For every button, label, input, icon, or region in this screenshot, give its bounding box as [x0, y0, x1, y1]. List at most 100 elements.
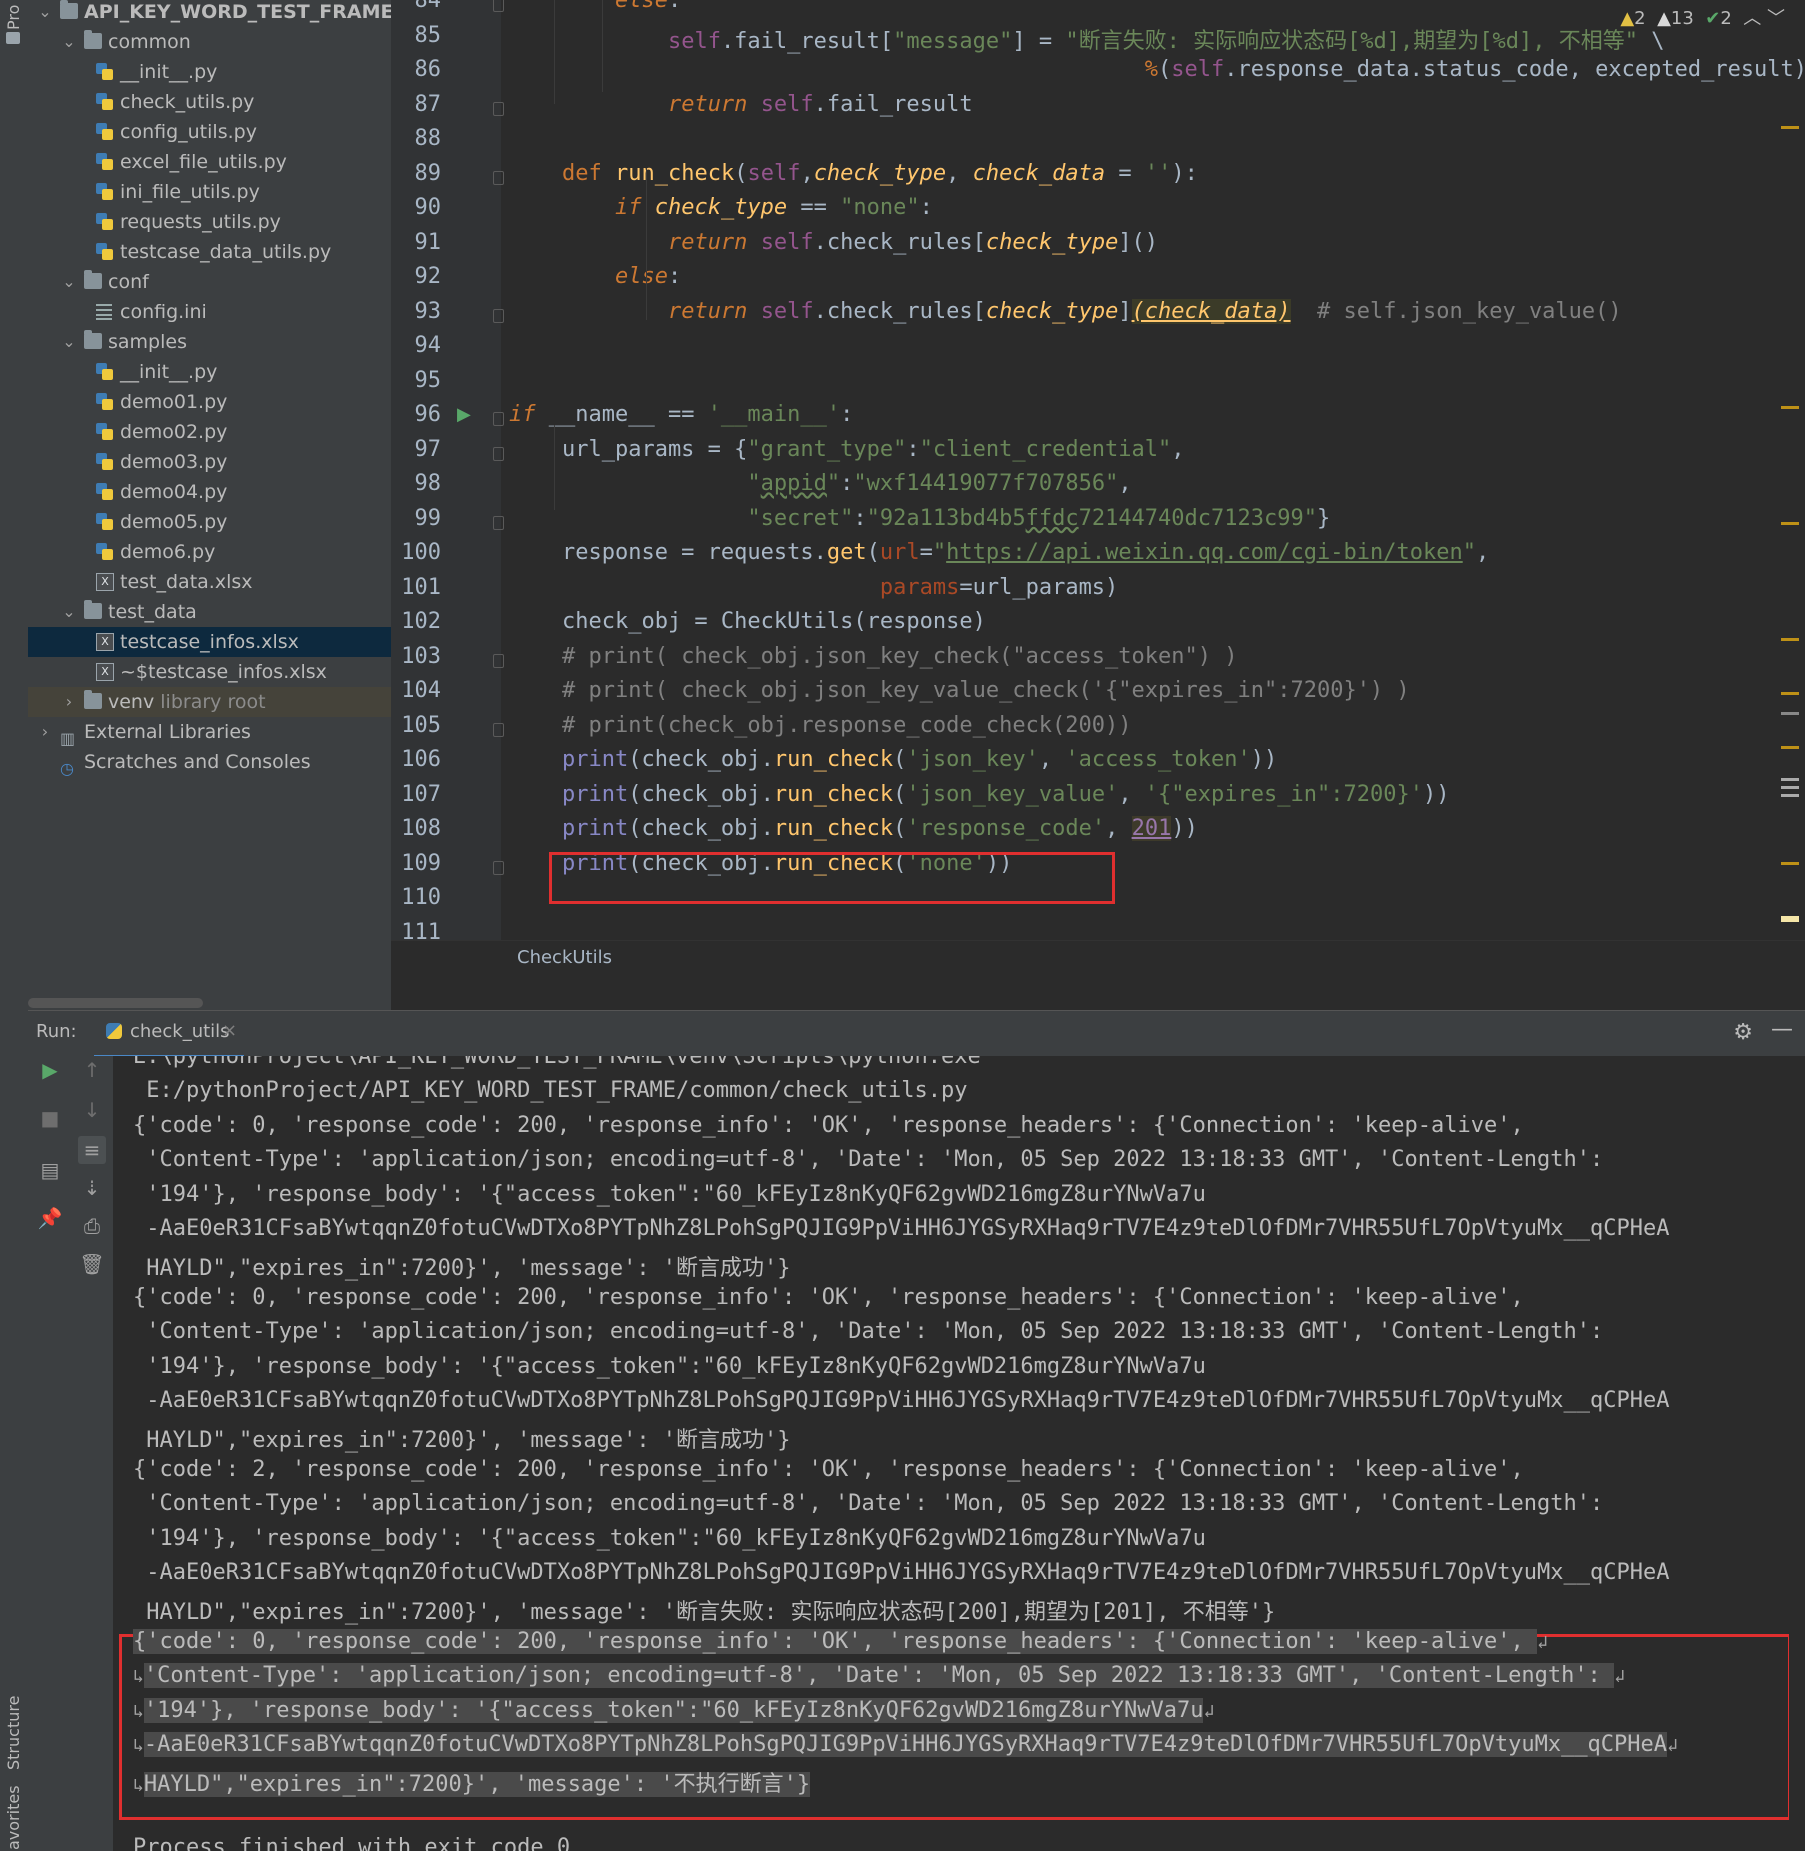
horizontal-scrollbar[interactable]: [28, 998, 203, 1008]
error-stripe-marker[interactable]: [1781, 692, 1799, 695]
chevron-right-icon[interactable]: ›: [60, 693, 78, 711]
code-line[interactable]: print(check_obj.run_check('json_key', 'a…: [509, 747, 1277, 772]
console-line: 'Content-Type': 'application/json; encod…: [133, 1491, 1604, 1517]
chevron-down-icon[interactable]: ⌄: [60, 333, 78, 351]
tree-item[interactable]: ⌄ common: [28, 27, 391, 57]
project-tool-tab[interactable]: Pro: [4, 2, 23, 30]
chevron-down-icon[interactable]: ⌄: [36, 3, 54, 21]
error-stripe-marker[interactable]: [1781, 406, 1799, 409]
tree-item[interactable]: ini_file_utils.py: [28, 177, 391, 207]
breadcrumb[interactable]: CheckUtils: [391, 940, 1805, 975]
tree-item[interactable]: demo02.py: [28, 417, 391, 447]
tree-item[interactable]: ⌄ API_KEY_WORD_TEST_FRAME E:\: [28, 0, 391, 27]
favorites-tool-tab[interactable]: avorites: [4, 1785, 23, 1850]
chevron-down-icon[interactable]: ⌄: [60, 603, 78, 621]
rerun-icon[interactable]: ▶: [36, 1056, 64, 1084]
tree-item[interactable]: requests_utils.py: [28, 207, 391, 237]
code-line[interactable]: self.fail_result["message"] = "断言失败: 实际响…: [509, 23, 1665, 55]
minimize-icon[interactable]: —: [1771, 1017, 1793, 1042]
code-line[interactable]: else:: [509, 264, 681, 289]
console-line: {'code': 2, 'response_code': 200, 'respo…: [133, 1456, 1524, 1482]
code-editor[interactable]: 84 85 86 87 88 89 90 91 92 93 94 95 96 97 98 99 100 101 10…: [391, 0, 1805, 975]
tree-item[interactable]: __init__.py: [28, 357, 391, 387]
layout-icon[interactable]: ▤: [36, 1156, 64, 1184]
gear-icon[interactable]: ⚙: [1733, 1020, 1753, 1045]
tree-item[interactable]: config.ini: [28, 297, 391, 327]
code-line[interactable]: # print( check_obj.json_key_check("acces…: [509, 644, 1238, 669]
chevron-down-icon[interactable]: ﹀: [1767, 8, 1785, 29]
code-line[interactable]: # print( check_obj.json_key_value_check(…: [509, 678, 1410, 703]
tree-item[interactable]: testcase_data_utils.py: [28, 237, 391, 267]
chevron-down-icon[interactable]: ⌄: [60, 33, 78, 51]
code-area[interactable]: else: self.fail_result["message"] = "断言失…: [391, 0, 1805, 975]
code-line[interactable]: # print(check_obj.response_code_check(20…: [509, 713, 1132, 738]
tree-item[interactable]: Xtest_data.xlsx: [28, 567, 391, 597]
tree-item[interactable]: X ~$testcase_infos.xlsx: [28, 657, 391, 687]
code-line[interactable]: "appid":"wxf14419077f707856",: [509, 471, 1131, 496]
close-icon[interactable]: ×: [222, 1020, 237, 1041]
error-stripe-marker[interactable]: [1781, 794, 1799, 797]
error-stripe-marker[interactable]: [1781, 638, 1799, 641]
code-line[interactable]: %(self.response_data.status_code, except…: [509, 57, 1805, 82]
error-stripe-marker[interactable]: [1781, 712, 1799, 715]
tree-item[interactable]: ⌄ test_data: [28, 597, 391, 627]
stop-icon[interactable]: ■: [36, 1104, 64, 1132]
code-line[interactable]: check_obj = CheckUtils(response): [509, 609, 986, 634]
run-toolbar: ▶ ■ ▤ 📌 ↑ ↓ ≡ ⇣ ⎙ 🗑: [28, 1056, 113, 1851]
tree-item[interactable]: excel_file_utils.py: [28, 147, 391, 177]
code-line[interactable]: response = requests.get(url="https://api…: [509, 540, 1489, 565]
tree-item[interactable]: › venv library root: [28, 687, 391, 717]
arrow-up-icon[interactable]: ↑: [78, 1056, 106, 1084]
trash-icon[interactable]: 🗑: [78, 1250, 106, 1278]
tree-item[interactable]: ◷ Scratches and Consoles: [28, 747, 391, 777]
inspection-widget[interactable]: ▲2 ▲13 ✔2 ︿ ﹀: [1620, 4, 1785, 30]
code-line[interactable]: "secret":"92a113bd4b5ffdc72144740dc7123c…: [509, 506, 1330, 531]
console-line: -AaE0eR31CFsaBYwtqqnZ0fotuCVwDTXo8PYTpNh…: [133, 1216, 1670, 1241]
tree-item[interactable]: › ▥ External Libraries: [28, 717, 391, 747]
code-line[interactable]: url_params = {"grant_type":"client_crede…: [509, 437, 1185, 462]
scroll-to-end-icon[interactable]: ⇣: [78, 1174, 106, 1202]
chevron-right-icon[interactable]: ›: [36, 723, 54, 741]
error-stripe-marker[interactable]: [1781, 126, 1799, 129]
code-line[interactable]: else:: [509, 0, 681, 13]
console-scrollbar[interactable]: [1789, 1056, 1805, 1851]
tree-item-label: config_utils.py: [120, 121, 257, 143]
run-tab-check-utils[interactable]: check_utils ×: [94, 1011, 244, 1058]
console-output[interactable]: E:\pythonProject\API_KEY_WORD_TEST_FRAME…: [113, 1056, 1805, 1851]
code-line[interactable]: return self.fail_result: [509, 92, 973, 117]
print-icon[interactable]: ⎙: [78, 1212, 106, 1240]
error-stripe-marker[interactable]: [1781, 862, 1799, 865]
error-stripe-marker[interactable]: [1781, 916, 1799, 922]
code-line[interactable]: if __name__ == '__main__':: [509, 402, 853, 427]
error-stripe-marker[interactable]: [1781, 778, 1799, 781]
tree-item[interactable]: ⌄ samples: [28, 327, 391, 357]
pin-icon[interactable]: 📌: [36, 1204, 64, 1232]
tree-item[interactable]: config_utils.py: [28, 117, 391, 147]
tree-item[interactable]: demo04.py: [28, 477, 391, 507]
code-line[interactable]: return self.check_rules[check_type](chec…: [509, 298, 1622, 324]
code-line[interactable]: return self.check_rules[check_type](): [509, 230, 1158, 255]
tree-item[interactable]: demo03.py: [28, 447, 391, 477]
tree-item[interactable]: demo6.py: [28, 537, 391, 567]
code-line[interactable]: def run_check(self,check_type, check_dat…: [509, 161, 1198, 186]
structure-tool-tab[interactable]: Structure: [4, 1670, 23, 1770]
breadcrumb-item[interactable]: CheckUtils: [517, 947, 612, 968]
tree-item[interactable]: check_utils.py: [28, 87, 391, 117]
error-stripe-marker[interactable]: [1781, 786, 1799, 789]
tree-item[interactable]: __init__.py: [28, 57, 391, 87]
tree-item[interactable]: demo01.py: [28, 387, 391, 417]
tree-item[interactable]: Xtestcase_infos.xlsx: [28, 627, 391, 657]
code-line[interactable]: params=url_params): [509, 575, 1118, 600]
tree-item[interactable]: ⌄ conf: [28, 267, 391, 297]
arrow-down-icon[interactable]: ↓: [78, 1096, 106, 1124]
code-line[interactable]: print(check_obj.run_check('response_code…: [509, 816, 1198, 841]
code-line[interactable]: print(check_obj.run_check('json_key_valu…: [509, 782, 1449, 807]
error-stripe-marker[interactable]: [1781, 746, 1799, 749]
chevron-up-icon[interactable]: ︿: [1743, 8, 1761, 29]
error-stripe-marker[interactable]: [1781, 522, 1799, 525]
soft-wrap-icon[interactable]: ≡: [78, 1136, 106, 1164]
code-line[interactable]: if check_type == "none":: [509, 195, 933, 220]
tree-item[interactable]: demo05.py: [28, 507, 391, 537]
folder-icon: [84, 690, 102, 709]
chevron-down-icon[interactable]: ⌄: [60, 273, 78, 291]
